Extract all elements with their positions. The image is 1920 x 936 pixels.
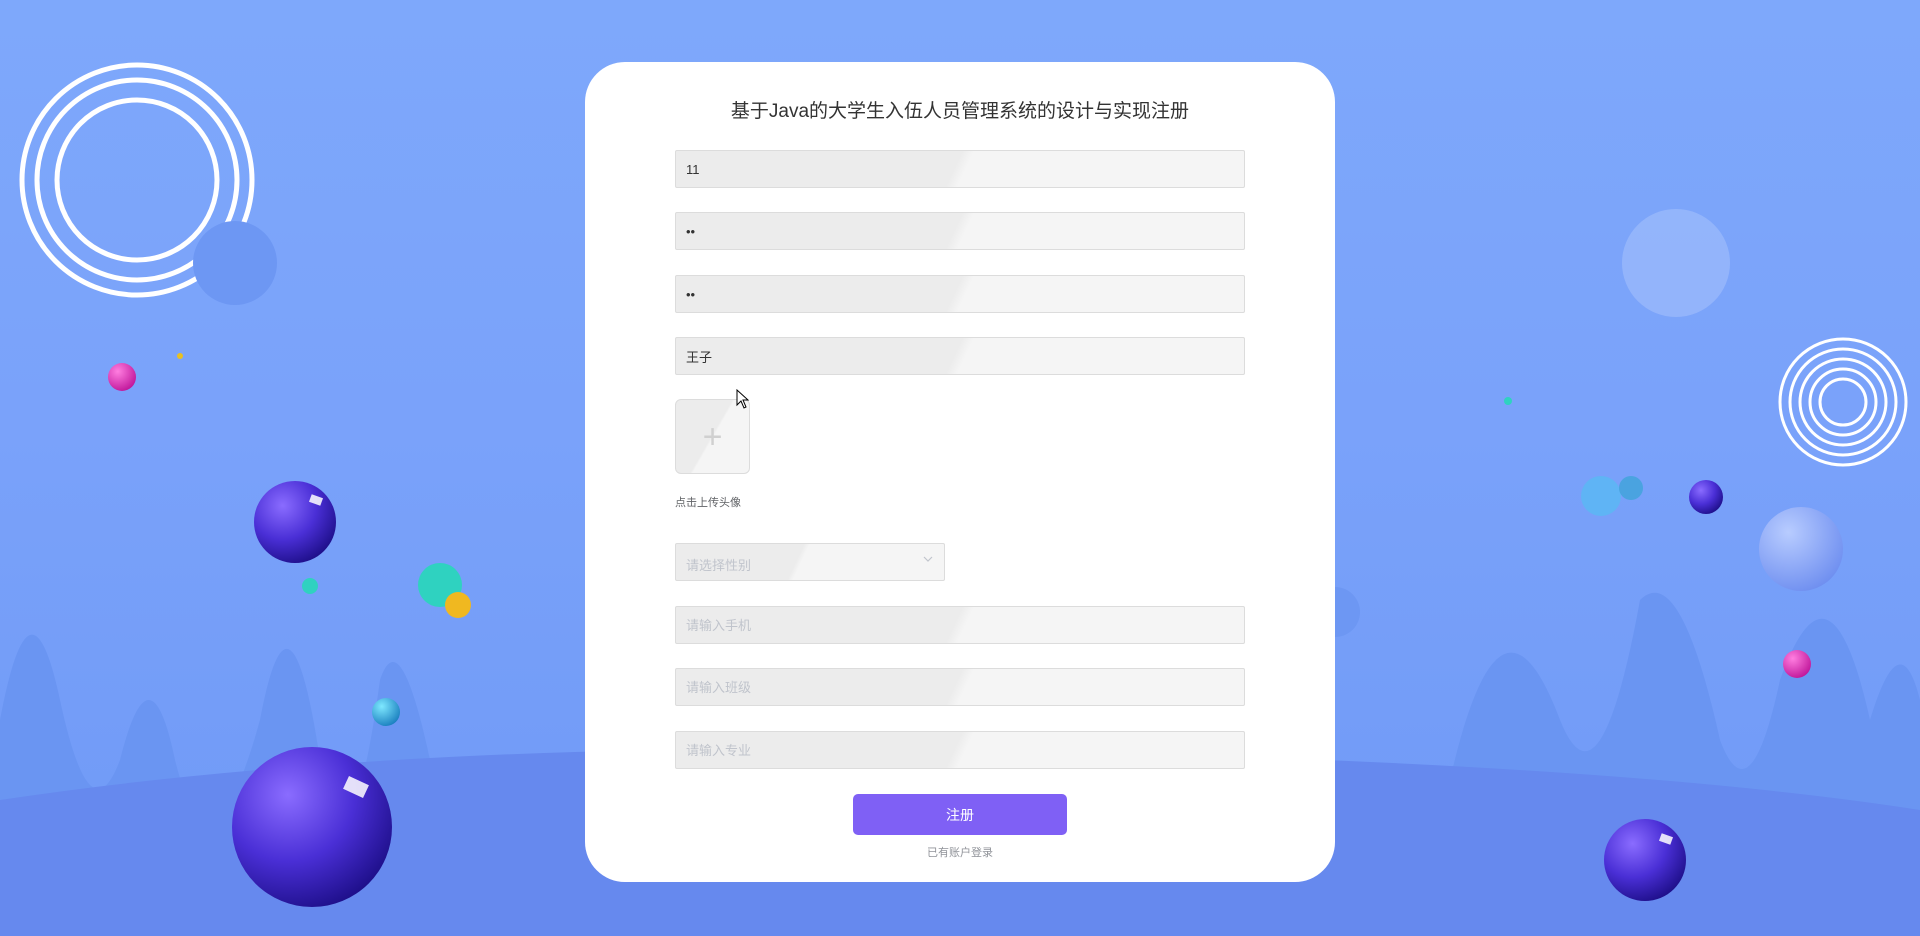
confirm-password-field-wrapper [675,275,1245,313]
class-field-wrapper [675,668,1245,706]
plus-icon: + [702,417,723,456]
password-field-wrapper [675,212,1245,250]
gender-select[interactable]: 请选择性别 [675,543,945,581]
phone-input[interactable] [676,607,1244,643]
avatar-upload[interactable]: + [675,399,750,474]
class-input[interactable] [676,669,1244,705]
major-field-wrapper [675,731,1245,769]
avatar-upload-label: 点击上传头像 [675,497,741,509]
phone-field-wrapper [675,606,1245,644]
register-button[interactable]: 注册 [853,794,1067,835]
gender-select-placeholder: 请选择性别 [686,558,752,573]
confirm-password-input[interactable] [676,276,1244,312]
name-input[interactable] [676,338,1244,374]
password-input[interactable] [676,213,1244,249]
page-title: 基于Java的大学生入伍人员管理系统的设计与实现注册 [730,101,1190,122]
chevron-down-icon [922,553,934,568]
account-field-wrapper [675,150,1245,188]
name-field-wrapper [675,337,1245,375]
login-link[interactable]: 已有账户登录 [585,844,1335,860]
major-input[interactable] [676,732,1244,768]
mouse-cursor-icon [736,389,750,409]
register-card: 基于Java的大学生入伍人员管理系统的设计与实现注册 + 点击上传头像 请选择性… [585,62,1335,882]
account-input[interactable] [676,151,1244,187]
